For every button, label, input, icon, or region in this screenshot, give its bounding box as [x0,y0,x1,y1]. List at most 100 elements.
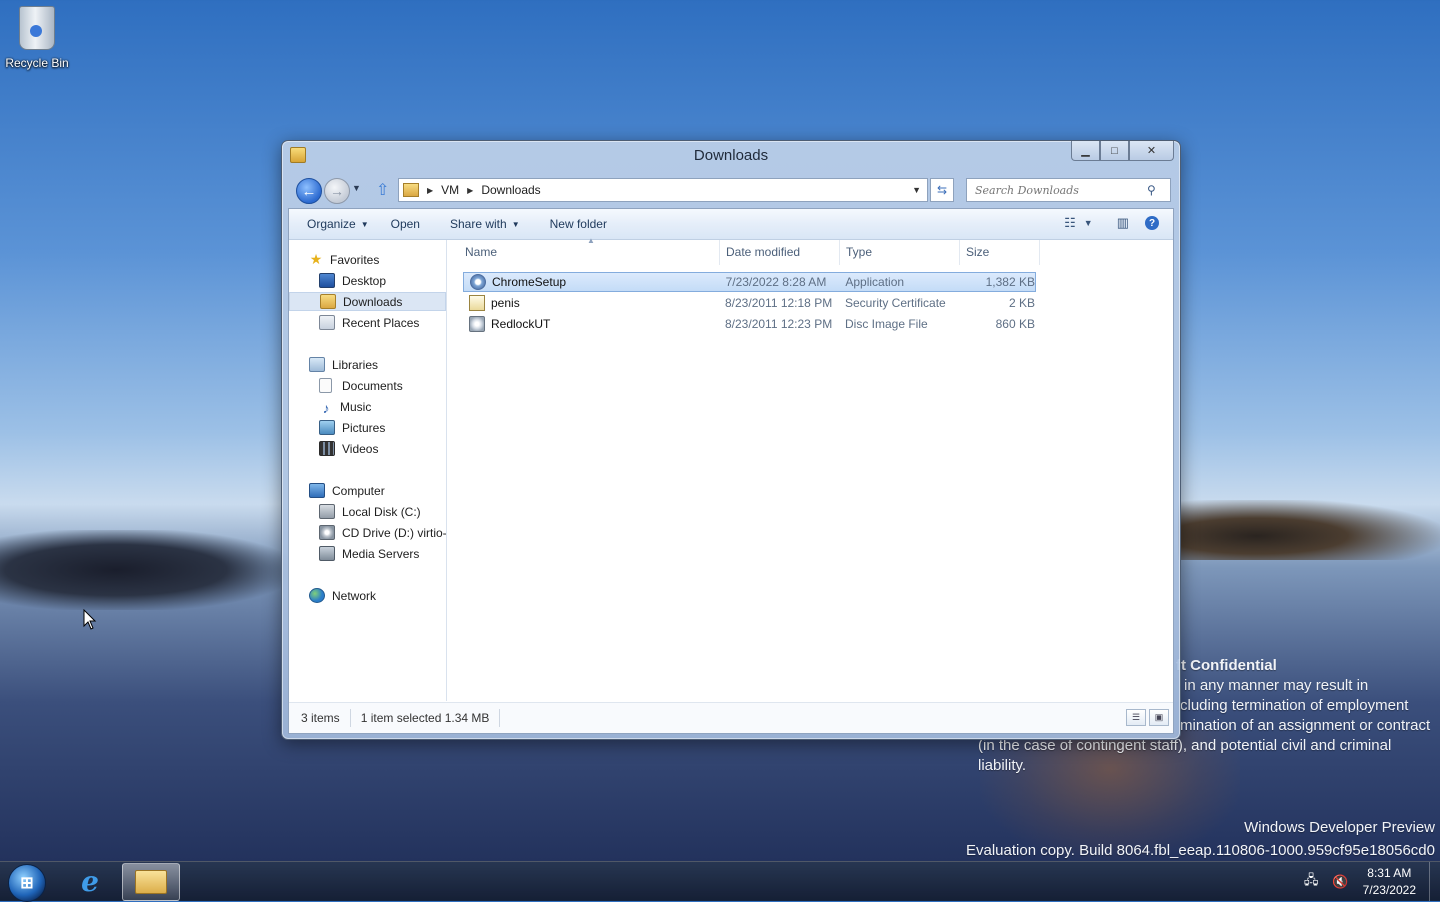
chevron-down-icon[interactable]: ▼ [1084,218,1093,228]
view-toggle-buttons: ☰ ▣ [1123,709,1169,726]
title-bar[interactable]: Downloads ▁ □ ✕ [282,141,1180,171]
nav-desktop[interactable]: Desktop [289,271,446,290]
navigation-row: ← → ▼ ⇧ ▶ VM ▶ Downloads ▼ ⇆ ⚲ [292,177,1172,204]
minimize-button[interactable]: ▁ [1071,141,1100,161]
build-text: Evaluation copy. Build 8064.fbl_eeap.110… [966,842,1435,859]
forward-arrow-icon: → [330,183,344,199]
desktop-icon [319,273,335,288]
background-rocks-right [1178,500,1440,560]
details-view-button[interactable]: ☰ [1126,709,1146,726]
file-size: 860 KB [995,317,1035,331]
taskbar-windows-explorer[interactable] [122,863,180,901]
file-row[interactable]: ChromeSetup 7/23/2022 8:28 AM Applicatio… [463,272,1036,292]
address-bar[interactable]: ▶ VM ▶ Downloads ▼ [398,178,928,202]
file-name: RedlockUT [491,317,551,331]
nav-label: Music [340,399,372,414]
caption-buttons: ▁ □ ✕ [1071,141,1174,161]
mouse-cursor-icon [83,608,97,634]
taskbar: ⊞ e 🖧 🔇 8:31 AM 7/23/2022 [0,861,1440,902]
nav-favorites[interactable]: ★ Favorites [289,250,446,269]
column-header-date[interactable]: Date modified [720,240,840,265]
maximize-button[interactable]: □ [1100,141,1129,161]
taskbar-internet-explorer[interactable]: e [62,863,118,899]
organize-button[interactable]: Organize ▼ [307,217,369,231]
address-dropdown-icon[interactable]: ▼ [912,185,921,195]
close-button[interactable]: ✕ [1129,141,1174,161]
nav-pictures[interactable]: Pictures [289,418,446,437]
explorer-window[interactable]: Downloads ▁ □ ✕ ← → ▼ ⇧ ▶ VM ▶ Downloads… [281,140,1181,740]
breadcrumb-item-downloads[interactable]: Downloads [481,183,540,197]
column-header-name[interactable]: Name [459,240,720,265]
command-bar: Organize ▼ Open Share with ▼ New folder … [289,209,1173,240]
network-status-icon[interactable]: 🖧 [1304,871,1319,893]
file-row[interactable]: RedlockUT 8/23/2011 12:23 PM Disc Image … [463,314,1036,334]
share-with-label: Share with [449,217,507,231]
organize-label: Organize [307,217,356,231]
refresh-button[interactable]: ⇆ [930,178,954,202]
forward-button[interactable]: → [324,178,350,204]
large-icons-view-button[interactable]: ▣ [1149,709,1169,726]
nav-label: Documents [342,378,403,393]
nav-libraries[interactable]: Libraries [289,355,446,374]
nav-label: Favorites [330,252,380,267]
nav-downloads[interactable]: Downloads [289,292,446,311]
star-icon: ★ [309,251,323,267]
nav-computer[interactable]: Computer [289,481,446,500]
new-folder-label: New folder [549,217,607,231]
windows-explorer-icon [135,870,167,894]
nav-documents[interactable]: Documents [289,376,446,395]
nav-label: Network [332,588,377,603]
preview-pane-icon[interactable]: ▥ [1117,215,1129,231]
share-with-button[interactable]: Share with ▼ [450,217,520,231]
change-view-icon[interactable]: ☷ [1064,215,1076,231]
clock[interactable]: 8:31 AM 7/23/2022 [1363,865,1416,899]
computer-icon [309,483,325,498]
nav-network[interactable]: Network [289,586,446,605]
nav-label: Videos [342,441,379,456]
nav-label: Desktop [342,273,387,288]
nav-media-servers[interactable]: Media Servers [289,544,446,563]
close-icon: ✕ [1146,145,1157,157]
recent-locations-button[interactable]: ▼ [352,183,361,193]
item-count: 3 items [289,709,351,727]
file-type: Security Certificate [845,296,946,310]
file-row[interactable]: penis 8/23/2011 12:18 PM Security Certif… [463,293,1036,313]
nav-label: Computer [332,483,385,498]
new-folder-button[interactable]: New folder [550,217,607,231]
search-box[interactable]: ⚲ [966,178,1171,202]
volume-muted-icon[interactable]: 🔇 [1332,874,1348,890]
nav-local-disk[interactable]: Local Disk (C:) [289,502,446,521]
breadcrumb-item-vm[interactable]: VM [441,183,459,197]
chevron-down-icon: ▼ [511,219,520,229]
desktop-icon-recycle-bin[interactable]: Recycle Bin [4,6,70,70]
file-date: 8/23/2011 12:23 PM [725,317,833,331]
folder-icon [403,183,419,197]
nav-label: Downloads [343,294,403,309]
nav-recent-places[interactable]: Recent Places [289,313,446,332]
music-icon: ♪ [322,400,330,416]
open-button[interactable]: Open [391,217,420,231]
help-icon[interactable]: ? [1145,216,1159,230]
start-button[interactable]: ⊞ [8,864,46,902]
file-size: 1,382 KB [985,275,1035,289]
downloads-folder-icon [320,294,336,309]
column-header-type[interactable]: Type [840,240,960,265]
file-name: penis [491,296,520,310]
edition-text: Windows Developer Preview [1244,819,1435,836]
disc-image-icon [469,316,485,332]
nav-music[interactable]: ♪ Music [289,397,446,417]
nav-cd-drive[interactable]: CD Drive (D:) virtio-w [289,523,446,542]
open-label: Open [390,217,420,231]
show-desktop-button[interactable] [1429,862,1440,901]
breadcrumb-separator-icon[interactable]: ▶ [427,186,433,195]
back-button[interactable]: ← [296,178,322,204]
column-header-size[interactable]: Size [960,240,1040,265]
search-icon[interactable]: ⚲ [1147,183,1156,197]
search-input[interactable] [973,182,1147,198]
nav-label: Recent Places [342,315,420,330]
breadcrumb-separator-icon[interactable]: ▶ [467,186,473,195]
large-icons-view-icon: ▣ [1154,712,1164,722]
file-date: 8/23/2011 12:18 PM [725,296,833,310]
up-button[interactable]: ⇧ [376,180,389,200]
nav-videos[interactable]: Videos [289,439,446,458]
